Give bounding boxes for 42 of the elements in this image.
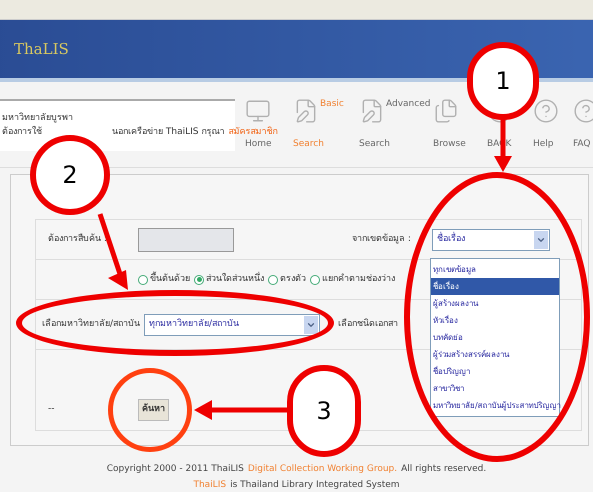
dropdown-option[interactable]: หัวเรื่อง [431, 312, 559, 329]
documents-icon [433, 98, 459, 124]
search-button[interactable]: ค้นหา [138, 399, 169, 421]
radio-label: ขึ้นต้นด้วย [150, 272, 190, 286]
dropdown-option[interactable]: ทุกเขตข้อมูล [431, 261, 559, 278]
dropdown-option[interactable]: ผู้สร้างผลงาน [431, 295, 559, 312]
nav-link[interactable]: Home [245, 138, 272, 152]
radio-label: ตรงตัว [280, 272, 306, 286]
help-icon [573, 98, 593, 124]
dropdown-option[interactable]: ชื่อปริญญา [431, 363, 559, 380]
radio-button[interactable] [310, 274, 320, 284]
dropdown-option[interactable]: ชื่อเรื่อง [431, 278, 559, 295]
doctype-label: เลือกชนิดเอกสา [338, 318, 398, 331]
radio-button[interactable] [268, 274, 278, 284]
radio-button[interactable] [194, 274, 204, 284]
dropdown-option[interactable]: สาขาวิชา [431, 380, 559, 397]
monitor-icon [245, 98, 271, 124]
field-select[interactable]: ชื่อเรื่อง [432, 228, 550, 250]
institution-name: มหาวิทยาลัยบูรพา [2, 112, 74, 125]
tagline-text: is Thailand Library Integrated System [230, 478, 400, 492]
dropdown-option[interactable]: ผู้ร่วมสร้างสรรค์ผลงาน [431, 346, 559, 363]
info-text: นอกเครือข่าย ThaiLIS กรุณา [112, 126, 224, 138]
help-icon [533, 98, 559, 124]
radio-label: แยกคำตามช่องว่าง [322, 272, 395, 286]
radio-button[interactable] [138, 274, 148, 284]
nav-link[interactable]: Help [533, 138, 554, 152]
logo: ThaLIS [14, 38, 69, 60]
step-badge: 1 [467, 42, 539, 120]
field-label: จากเขตข้อมูล : [352, 232, 412, 246]
institution-label: เลือกมหาวิทยาลัย/สถาบัน [42, 318, 142, 331]
nav-caption: Basic [320, 98, 344, 111]
nav-caption: Advanced [386, 98, 430, 111]
radio-label: ส่วนใดส่วนหนึ่ง [206, 272, 264, 286]
institution-select[interactable]: ทุกมหาวิทยาลัย/สถาบัน [144, 314, 320, 336]
copyright-text: Copyright 2000 - 2011 ThaiLIS [106, 463, 244, 476]
row-marker: -- [48, 403, 56, 416]
nav-link[interactable]: FAQ [573, 138, 590, 152]
dropdown-option[interactable]: บทคัดย่อ [431, 329, 559, 346]
search-field[interactable] [138, 228, 234, 252]
copyright-text: All rights reserved. [401, 463, 486, 476]
nav-link[interactable]: Search [359, 138, 390, 152]
nav-link[interactable]: Browse [433, 138, 466, 152]
